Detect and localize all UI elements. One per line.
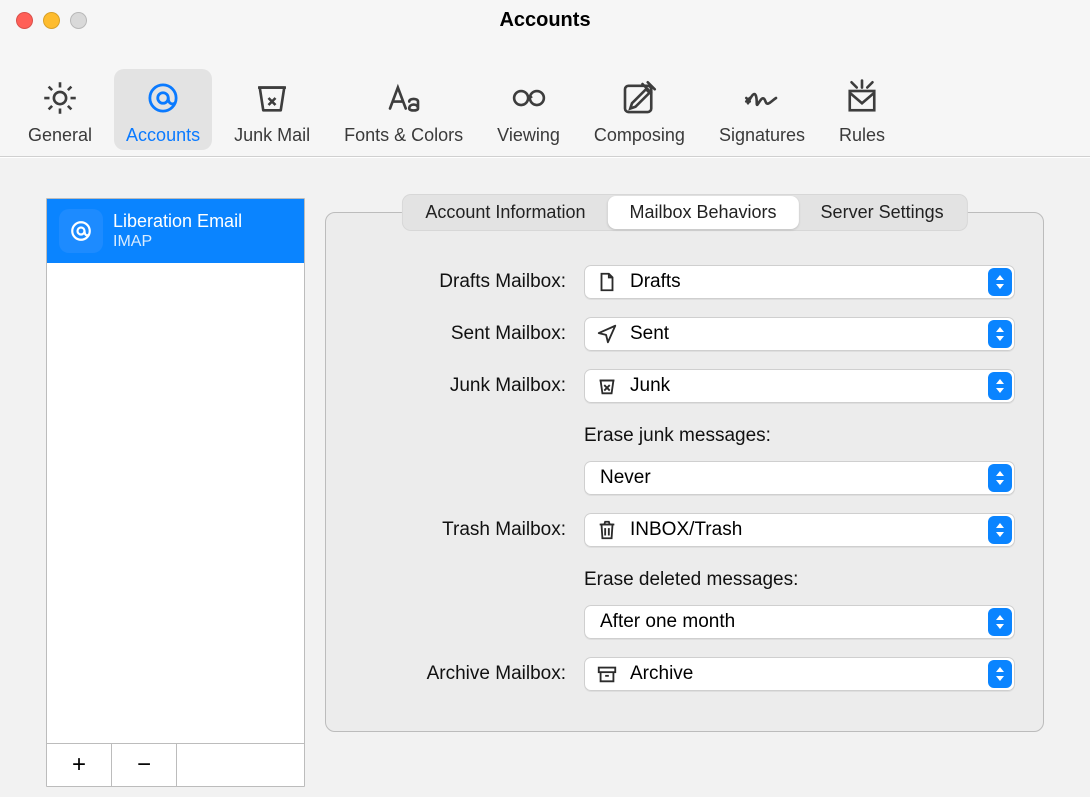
- toolbar-item-label: Fonts & Colors: [344, 125, 463, 146]
- trash-mailbox-value: INBOX/Trash: [630, 519, 742, 541]
- erase-deleted-popup[interactable]: After one month: [584, 605, 1015, 639]
- paper-plane-icon: [596, 323, 618, 345]
- minus-icon: −: [137, 751, 151, 779]
- account-tabs: Account Information Mailbox Behaviors Se…: [401, 194, 967, 231]
- archive-icon: [596, 663, 618, 685]
- trash-mailbox-label: Trash Mailbox:: [354, 519, 566, 541]
- window-title: Accounts: [0, 9, 1090, 32]
- toolbar-item-label: Rules: [839, 125, 885, 146]
- at-icon: [142, 77, 184, 119]
- sent-mailbox-popup[interactable]: Sent: [584, 317, 1015, 351]
- compose-icon: [618, 77, 660, 119]
- updown-arrows-icon: [988, 516, 1012, 544]
- toolbar-item-label: Viewing: [497, 125, 560, 146]
- erase-junk-value: Never: [600, 467, 651, 489]
- toolbar-item-composing[interactable]: Composing: [582, 69, 697, 150]
- titlebar: Accounts: [0, 0, 1090, 40]
- updown-arrows-icon: [988, 608, 1012, 636]
- toolbar-item-signatures[interactable]: Signatures: [707, 69, 817, 150]
- aa-icon: [383, 77, 425, 119]
- tab-account-information[interactable]: Account Information: [403, 196, 607, 229]
- glasses-icon: [508, 77, 550, 119]
- drafts-mailbox-label: Drafts Mailbox:: [354, 271, 566, 293]
- account-protocol: IMAP: [113, 232, 242, 251]
- account-badge-icon: [59, 209, 103, 253]
- sent-mailbox-label: Sent Mailbox:: [354, 323, 566, 345]
- updown-arrows-icon: [988, 320, 1012, 348]
- preferences-toolbar: General Accounts Junk Mail Fonts & Color…: [0, 40, 1090, 156]
- toolbar-item-label: General: [28, 125, 92, 146]
- junk-sm-icon: [596, 375, 618, 397]
- account-name: Liberation Email: [113, 211, 242, 233]
- document-icon: [596, 271, 618, 293]
- toolbar-item-label: Junk Mail: [234, 125, 310, 146]
- signature-icon: [741, 77, 783, 119]
- account-details-panel: Account Information Mailbox Behaviors Se…: [325, 212, 1044, 787]
- remove-account-button[interactable]: −: [112, 744, 177, 786]
- sidebar-footer: + −: [47, 743, 304, 786]
- drafts-mailbox-popup[interactable]: Drafts: [584, 265, 1015, 299]
- erase-junk-header: Erase junk messages:: [584, 425, 1015, 447]
- drafts-mailbox-value: Drafts: [630, 271, 681, 293]
- toolbar-item-accounts[interactable]: Accounts: [114, 69, 212, 150]
- junk-mailbox-label: Junk Mailbox:: [354, 375, 566, 397]
- sent-mailbox-value: Sent: [630, 323, 669, 345]
- toolbar-item-junk-mail[interactable]: Junk Mail: [222, 69, 322, 150]
- erase-junk-popup[interactable]: Never: [584, 461, 1015, 495]
- toolbar-item-general[interactable]: General: [16, 69, 104, 150]
- trash-mailbox-popup[interactable]: INBOX/Trash: [584, 513, 1015, 547]
- toolbar-item-rules[interactable]: Rules: [827, 69, 897, 150]
- junk-mailbox-popup[interactable]: Junk: [584, 369, 1015, 403]
- tab-mailbox-behaviors[interactable]: Mailbox Behaviors: [607, 196, 798, 229]
- archive-mailbox-popup[interactable]: Archive: [584, 657, 1015, 691]
- updown-arrows-icon: [988, 372, 1012, 400]
- sidebar-footer-spacer: [177, 744, 304, 786]
- toolbar-item-viewing[interactable]: Viewing: [485, 69, 572, 150]
- erase-deleted-value: After one month: [600, 611, 735, 633]
- toolbar-item-label: Accounts: [126, 125, 200, 146]
- erase-deleted-header: Erase deleted messages:: [584, 569, 1015, 591]
- accounts-list: Liberation Email IMAP: [47, 199, 304, 743]
- updown-arrows-icon: [988, 464, 1012, 492]
- toolbar-item-fonts-colors[interactable]: Fonts & Colors: [332, 69, 475, 150]
- tab-server-settings[interactable]: Server Settings: [799, 196, 966, 229]
- toolbar-item-label: Signatures: [719, 125, 805, 146]
- archive-mailbox-label: Archive Mailbox:: [354, 663, 566, 685]
- junk-mailbox-value: Junk: [630, 375, 670, 397]
- archive-mailbox-value: Archive: [630, 663, 693, 685]
- junk-icon: [251, 77, 293, 119]
- updown-arrows-icon: [988, 660, 1012, 688]
- account-row[interactable]: Liberation Email IMAP: [47, 199, 304, 263]
- trash-icon: [596, 519, 618, 541]
- updown-arrows-icon: [988, 268, 1012, 296]
- plus-icon: +: [72, 751, 86, 779]
- accounts-sidebar: Liberation Email IMAP + −: [46, 198, 305, 787]
- toolbar-item-label: Composing: [594, 125, 685, 146]
- add-account-button[interactable]: +: [47, 744, 112, 786]
- gear-icon: [39, 77, 81, 119]
- rules-icon: [841, 77, 883, 119]
